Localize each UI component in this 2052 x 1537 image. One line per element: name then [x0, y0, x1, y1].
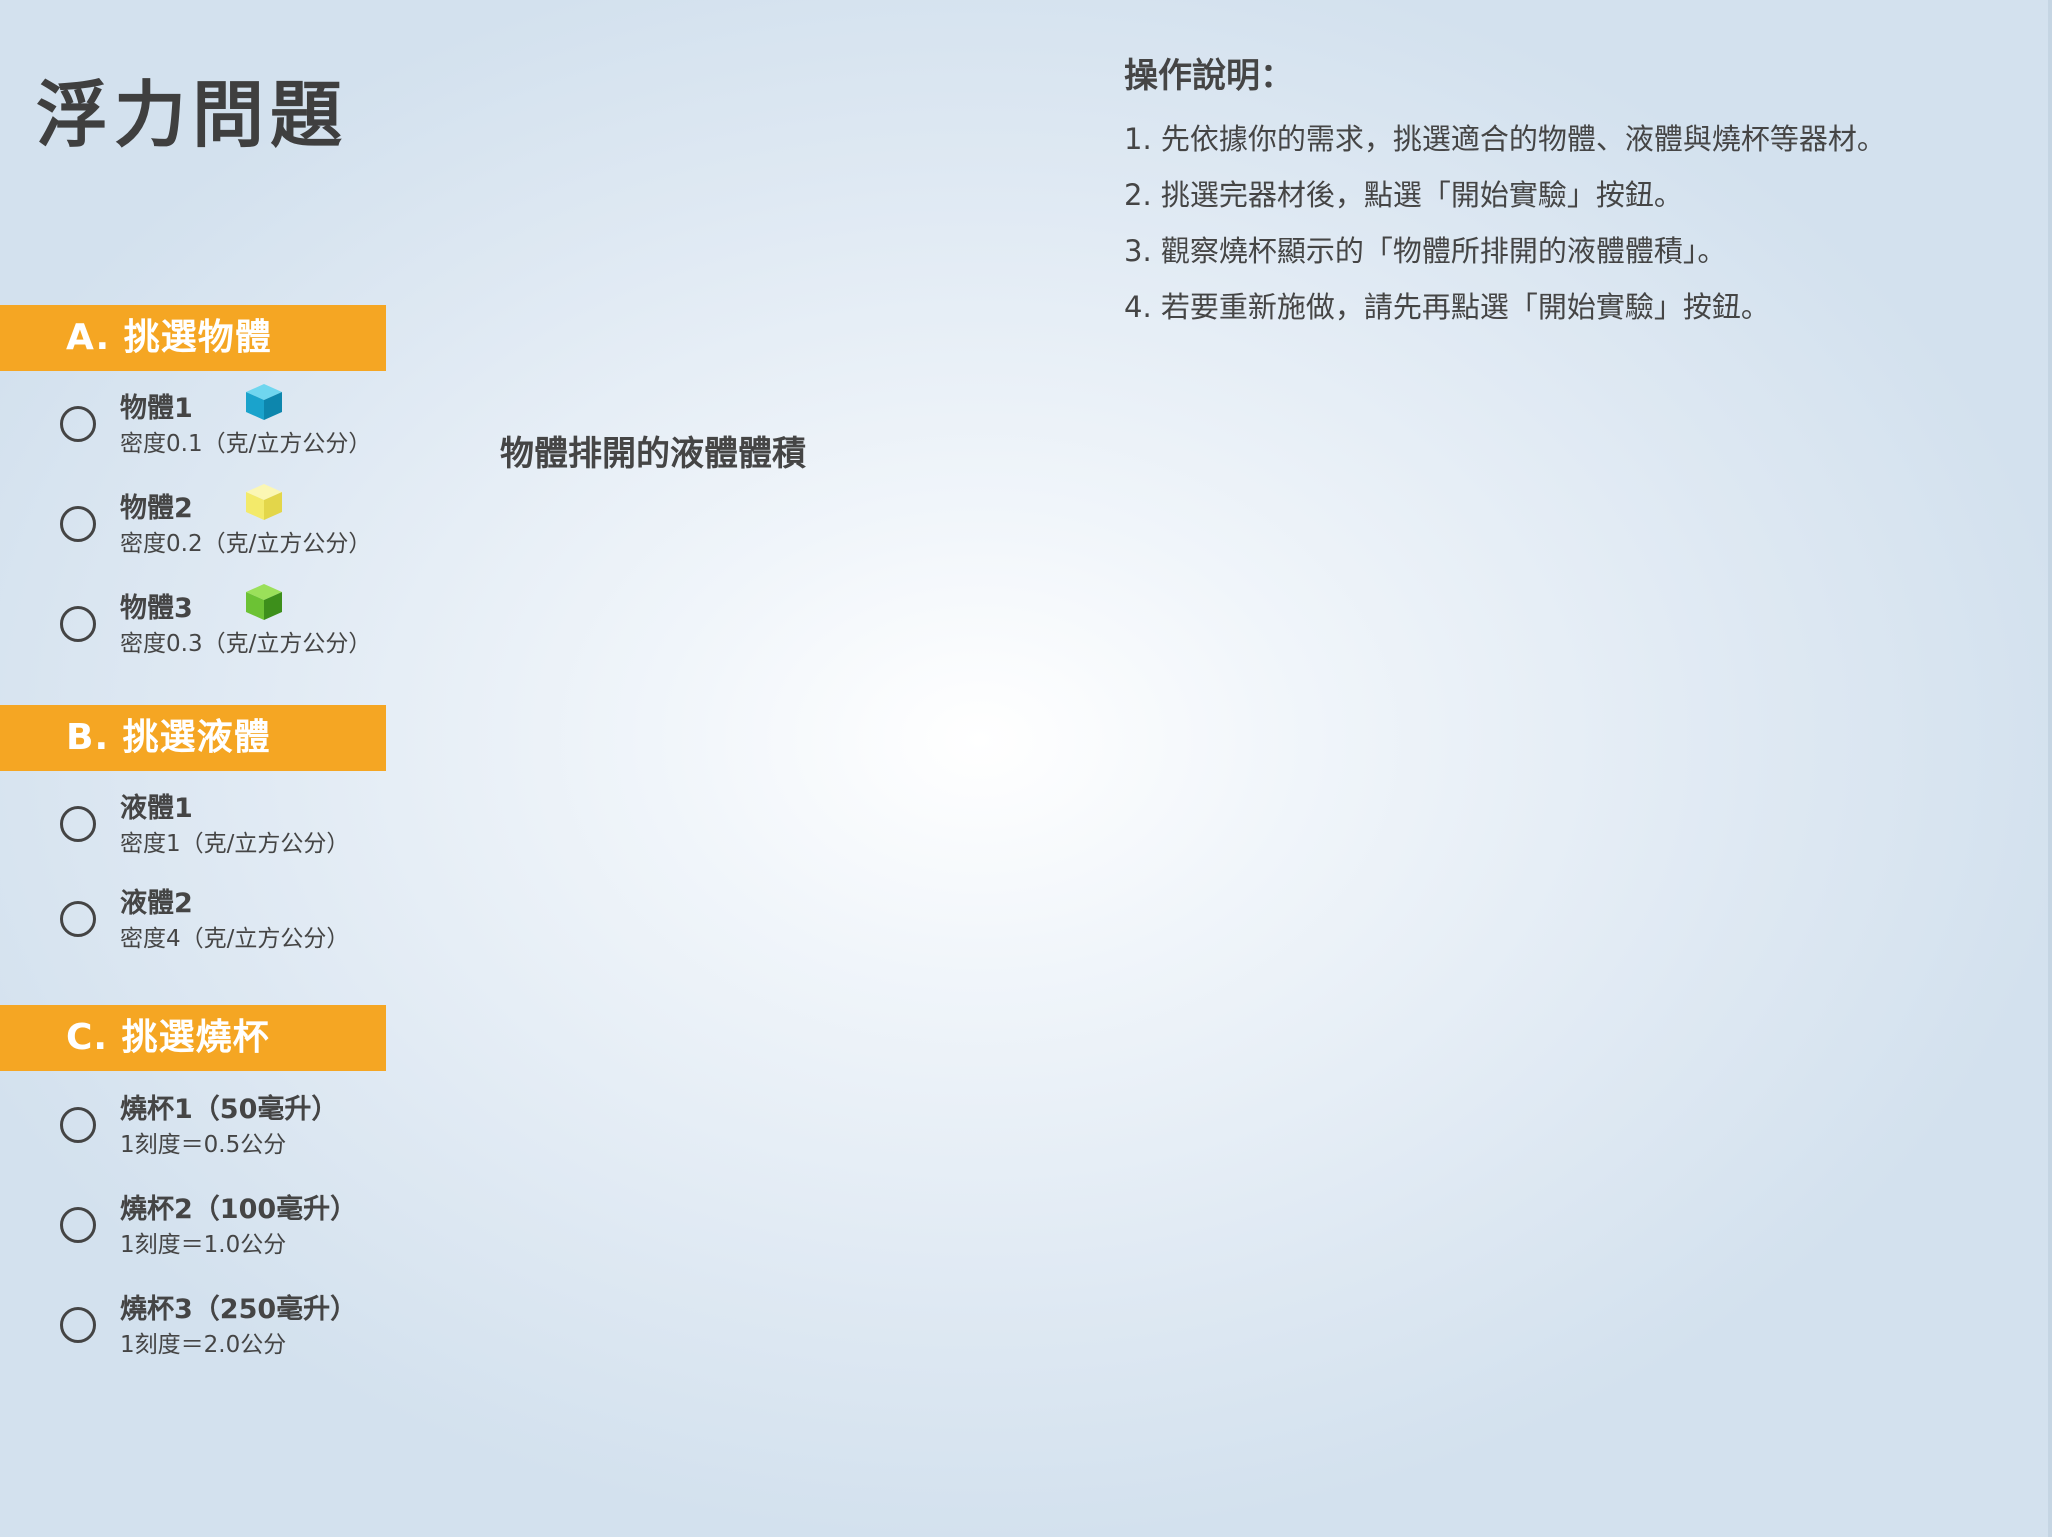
radio-button[interactable] — [60, 901, 96, 937]
section-header-liquids: B. 挑選液體 — [0, 705, 386, 771]
cyan-cube-icon — [246, 384, 282, 420]
option-description: 密度0.2（克/立方公分） — [120, 531, 372, 557]
option-name: 物體3 — [120, 593, 193, 624]
option-name: 物體1 — [120, 393, 193, 424]
option-object-3[interactable]: 物體3 密度0.3（克/立方公分） — [0, 582, 386, 672]
option-description: 密度4（克/立方公分） — [120, 926, 350, 952]
option-description: 密度0.3（克/立方公分） — [120, 631, 372, 657]
instructions-panel: 操作說明： 1. 先依據你的需求，挑選適合的物體、液體與燒杯等器材。 2. 挑選… — [1124, 48, 2024, 335]
section-header-objects: A. 挑選物體 — [0, 305, 386, 371]
instructions-list: 1. 先依據你的需求，挑選適合的物體、液體與燒杯等器材。 2. 挑選完器材後，點… — [1124, 111, 2024, 335]
option-object-2[interactable]: 物體2 密度0.2（克/立方公分） — [0, 482, 386, 572]
option-beaker-1[interactable]: 燒杯1（50毫升） 1刻度＝0.5公分 — [0, 1083, 386, 1173]
radio-button[interactable] — [60, 506, 96, 542]
option-description: 密度1（克/立方公分） — [120, 831, 350, 857]
radio-button[interactable] — [60, 1107, 96, 1143]
instruction-step: 1. 先依據你的需求，挑選適合的物體、液體與燒杯等器材。 — [1124, 122, 1886, 156]
page-right-border — [2048, 0, 2052, 1537]
option-description: 1刻度＝1.0公分 — [120, 1232, 287, 1258]
option-name: 燒杯2（100毫升） — [120, 1194, 358, 1225]
option-liquid-1[interactable]: 液體1 密度1（克/立方公分） — [0, 782, 386, 872]
option-name: 液體1 — [120, 793, 193, 824]
radio-button[interactable] — [60, 606, 96, 642]
yellow-cube-icon — [246, 484, 282, 520]
option-liquid-2[interactable]: 液體2 密度4（克/立方公分） — [0, 877, 386, 967]
option-name: 燒杯3（250毫升） — [120, 1294, 358, 1325]
green-cube-icon — [246, 584, 282, 620]
option-description: 1刻度＝2.0公分 — [120, 1332, 287, 1358]
page-title: 浮力問題 — [36, 73, 349, 157]
section-header-beakers: C. 挑選燒杯 — [0, 1005, 386, 1071]
option-description: 密度0.1（克/立方公分） — [120, 431, 372, 457]
option-name: 液體2 — [120, 888, 193, 919]
instruction-step: 3. 觀察燒杯顯示的「物體所排開的液體體積」。 — [1124, 234, 1727, 268]
option-name: 物體2 — [120, 493, 193, 524]
instructions-title: 操作說明： — [1124, 56, 1294, 96]
radio-button[interactable] — [60, 1307, 96, 1343]
option-beaker-2[interactable]: 燒杯2（100毫升） 1刻度＝1.0公分 — [0, 1183, 386, 1273]
displaced-volume-label: 物體排開的液體體積 — [500, 434, 806, 474]
option-object-1[interactable]: 物體1 密度0.1（克/立方公分） — [0, 382, 386, 472]
radio-button[interactable] — [60, 406, 96, 442]
option-description: 1刻度＝0.5公分 — [120, 1132, 287, 1158]
option-name: 燒杯1（50毫升） — [120, 1094, 339, 1125]
instruction-step: 2. 挑選完器材後，點選「開始實驗」按鈕。 — [1124, 178, 1683, 212]
radio-button[interactable] — [60, 1207, 96, 1243]
option-beaker-3[interactable]: 燒杯3（250毫升） 1刻度＝2.0公分 — [0, 1283, 386, 1373]
radio-button[interactable] — [60, 806, 96, 842]
instruction-step: 4. 若要重新施做，請先再點選「開始實驗」按鈕。 — [1124, 290, 1770, 324]
